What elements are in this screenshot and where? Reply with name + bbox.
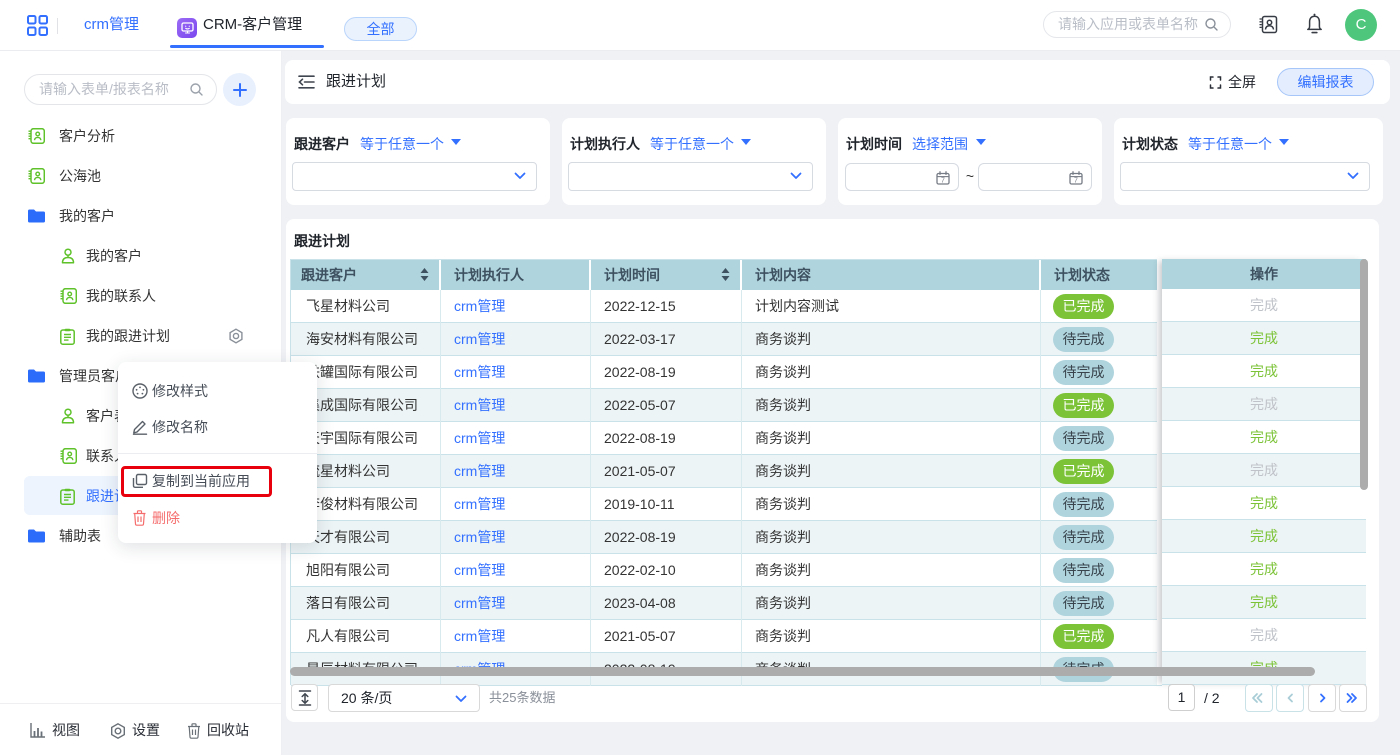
svg-text:7: 7 (941, 178, 945, 185)
svg-text:7: 7 (1074, 178, 1078, 185)
